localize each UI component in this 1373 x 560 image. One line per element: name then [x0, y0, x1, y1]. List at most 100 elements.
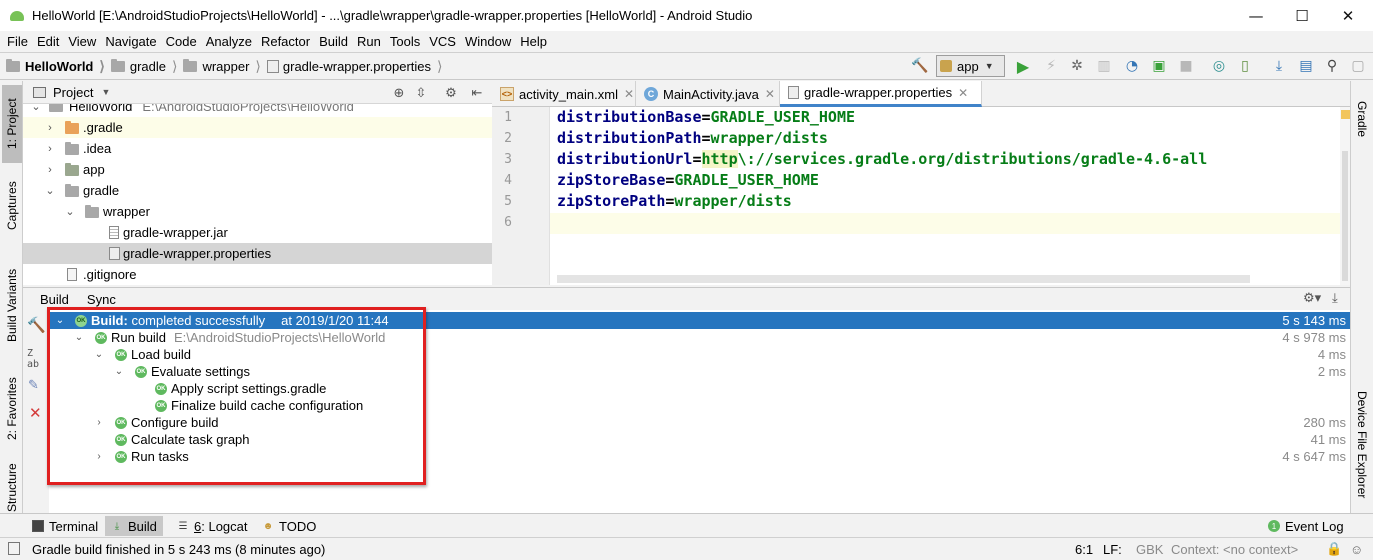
menu-tools[interactable]: Tools — [385, 34, 424, 49]
apply-changes-icon[interactable]: ⚡ — [1042, 57, 1060, 75]
status-message[interactable]: Gradle build finished in 5 s 243 ms (8 m… — [32, 542, 325, 557]
build-row-run-build[interactable]: ⌄ OK Run build E:\AndroidStudioProjects\H… — [49, 329, 1350, 346]
run-config-select[interactable]: app ▼ — [936, 55, 1005, 77]
stop-icon[interactable]: ■ — [1177, 57, 1195, 75]
tree-item-root[interactable]: ⌄ HelloWorld E:\AndroidStudioProjects\Hel… — [23, 104, 492, 117]
menu-refactor[interactable]: Refactor — [256, 34, 314, 49]
menu-help[interactable]: Help — [515, 34, 551, 49]
tab-build-variants[interactable]: Build Variants — [2, 257, 22, 353]
tree-item-gitignore[interactable]: .gitignore — [23, 264, 492, 285]
tool-build[interactable]: ⤓ Build — [105, 516, 163, 536]
tab-sync[interactable]: Sync — [78, 288, 125, 310]
tree-item-idea[interactable]: › .idea — [23, 138, 492, 159]
tree-item-wrapper[interactable]: ⌄ wrapper — [23, 201, 492, 222]
close-tab-icon[interactable]: ✕ — [958, 86, 968, 100]
tab-mainactivity-java[interactable]: C MainActivity.java ✕ — [636, 81, 780, 107]
inspection-marker-icon[interactable] — [1341, 110, 1350, 119]
layout-inspector-icon[interactable]: ▢ — [1349, 57, 1367, 75]
line-number: 3 — [504, 152, 512, 167]
breadcrumb-project[interactable]: HelloWorld ⟩ — [0, 53, 105, 79]
tab-gradle-wrapper-properties[interactable]: gradle-wrapper.properties ✕ — [780, 81, 982, 107]
hammer-icon[interactable]: 🔨 — [27, 316, 46, 334]
close-tab-icon[interactable]: ✕ — [624, 87, 634, 101]
close-tab-icon[interactable]: ✕ — [765, 87, 775, 101]
show-panels-icon[interactable] — [8, 542, 20, 555]
sdk-manager-icon[interactable]: ⤓ — [1270, 57, 1288, 75]
gear-icon[interactable]: ⚙ — [443, 85, 459, 101]
tree-item-gradle-wrapper-jar[interactable]: gradle-wrapper.jar — [23, 222, 492, 243]
coverage-icon[interactable]: ▥ — [1095, 57, 1113, 75]
hide-panel-icon[interactable]: ⤓ — [1332, 291, 1338, 306]
menu-view[interactable]: View — [63, 34, 100, 49]
menu-window[interactable]: Window — [460, 34, 515, 49]
tree-item-dot-gradle[interactable]: › .gradle — [23, 117, 492, 138]
tool-logcat[interactable]: ☰ 6: Logcat — [171, 516, 254, 536]
project-view-select[interactable]: Project ▼ — [23, 85, 110, 100]
toggle-view-icon[interactable]: Zab — [27, 348, 39, 370]
gear-icon[interactable]: ⚙▾ — [1303, 291, 1321, 306]
search-icon[interactable]: ⚲ — [1323, 57, 1341, 75]
project-structure-icon[interactable]: ▤ — [1297, 57, 1315, 75]
properties-file-icon — [266, 59, 279, 73]
close-window-button[interactable]: ✕ — [1325, 0, 1371, 31]
build-row-finalize-cache[interactable]: OK Finalize build cache configuration — [49, 397, 1350, 414]
build-row-load-build[interactable]: ⌄ OK Load build 4 ms — [49, 346, 1350, 363]
menu-file[interactable]: File — [2, 34, 32, 49]
menu-navigate[interactable]: Navigate — [100, 34, 160, 49]
tab-gradle[interactable]: Gradle — [1352, 89, 1372, 149]
scrollbar-thumb[interactable] — [1342, 151, 1348, 281]
make-project-hammer-icon[interactable]: 🔨 — [911, 57, 929, 75]
breadcrumb-wrapper[interactable]: wrapper ⟩ — [177, 53, 261, 79]
tab-favorites[interactable]: 2: Favorites — [2, 369, 22, 449]
tree-item-gradle-wrapper-properties[interactable]: gradle-wrapper.properties — [23, 243, 492, 264]
collapse-all-icon[interactable]: ⇳ — [413, 85, 429, 101]
build-row-apply-script[interactable]: OK Apply script settings.gradle — [49, 380, 1350, 397]
sync-gradle-icon[interactable]: ◎ — [1210, 57, 1228, 75]
tab-build[interactable]: Build — [23, 288, 78, 310]
debug-icon[interactable]: ✲ — [1068, 57, 1086, 75]
tab-device-file-explorer[interactable]: Device File Explorer — [1352, 381, 1372, 509]
menu-analyze[interactable]: Analyze — [201, 34, 256, 49]
caret-position[interactable]: 6:1 — [1075, 542, 1093, 557]
build-row-root[interactable]: ⌄ OK Build: completed successfully at 201… — [49, 312, 1350, 329]
tool-todo[interactable]: ☻ TODO — [256, 516, 322, 536]
menu-run[interactable]: Run — [352, 34, 385, 49]
build-row-evaluate-settings[interactable]: ⌄ OK Evaluate settings 2 ms — [49, 363, 1350, 380]
build-row-calculate-task-graph[interactable]: OK Calculate task graph 41 ms — [49, 431, 1350, 448]
locate-file-icon[interactable]: ⊕ — [391, 85, 407, 101]
profile-icon[interactable]: ◔ — [1123, 57, 1141, 75]
build-row-configure-build[interactable]: › OK Configure build 280 ms — [49, 414, 1350, 431]
pin-icon[interactable]: ✎ — [28, 378, 39, 393]
tool-event-log[interactable]: 1 Event Log — [1262, 516, 1350, 536]
minimize-button[interactable]: — — [1233, 0, 1279, 31]
avd-manager-icon[interactable]: ▯ — [1236, 57, 1254, 75]
tab-activity-main-xml[interactable]: <> activity_main.xml ✕ — [492, 81, 636, 107]
lock-icon[interactable]: 🔒 — [1326, 541, 1342, 557]
hide-panel-icon[interactable]: ⇤ — [469, 85, 485, 101]
breadcrumb-file[interactable]: gradle-wrapper.properties ⟩ — [261, 53, 443, 79]
tab-structure[interactable]: Structure — [2, 463, 22, 513]
tool-terminal[interactable]: Terminal — [26, 516, 104, 536]
hector-icon[interactable]: ☺ — [1350, 542, 1363, 557]
editor-horizontal-scrollbar[interactable] — [557, 275, 1250, 283]
tree-item-app[interactable]: › app — [23, 159, 492, 180]
tab-captures[interactable]: Captures — [2, 173, 22, 239]
attach-debugger-icon[interactable]: ▣ — [1150, 57, 1168, 75]
tab-project[interactable]: 1: Project — [2, 85, 22, 163]
menu-code[interactable]: Code — [161, 34, 201, 49]
run-icon[interactable]: ▶ — [1014, 57, 1032, 76]
maximize-button[interactable]: ☐ — [1279, 0, 1325, 31]
close-icon[interactable]: ✕ — [29, 404, 42, 422]
tree-item-gradle[interactable]: ⌄ gradle — [23, 180, 492, 201]
build-row-run-tasks[interactable]: › OK Run tasks 4 s 647 ms — [49, 448, 1350, 465]
success-icon: OK — [115, 450, 127, 463]
editor-vertical-scrollbar[interactable] — [1340, 107, 1350, 285]
menu-build[interactable]: Build — [314, 34, 352, 49]
code-editor[interactable]: distributionBase=GRADLE_USER_HOME distri… — [550, 107, 1340, 285]
breadcrumb-gradle[interactable]: gradle ⟩ — [105, 53, 177, 79]
menu-edit[interactable]: Edit — [32, 34, 63, 49]
project-folder-icon — [6, 58, 20, 72]
file-encoding[interactable]: GBK — [1136, 542, 1163, 557]
menu-vcs[interactable]: VCS — [424, 34, 460, 49]
line-separator[interactable]: LF: — [1103, 542, 1122, 557]
